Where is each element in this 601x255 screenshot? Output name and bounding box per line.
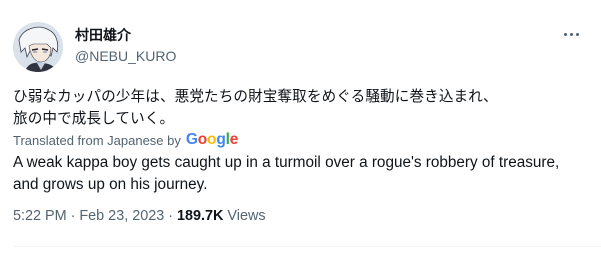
original-text-line1: ひ弱なカッパの少年は、悪党たちの財宝奪取をめぐる騒動に巻き込まれ、	[13, 88, 498, 105]
tweet-original-text: ひ弱なカッパの少年は、悪党たちの財宝奪取をめぐる騒動に巻き込まれ、 旅の中で成長…	[13, 86, 588, 130]
google-logo-letter: o	[207, 131, 217, 148]
user-handle[interactable]: @NEBU_KURO	[75, 47, 176, 65]
more-horizontal-icon	[562, 32, 580, 36]
tweet-meta: 5:22 PM · Feb 23, 2023 · 189.7K Views	[13, 208, 266, 224]
avatar[interactable]	[13, 22, 63, 72]
google-logo-letter: g	[216, 131, 226, 148]
views-label: Views	[227, 208, 266, 224]
tweet-date[interactable]: Feb 23, 2023	[79, 208, 164, 224]
views-count: 189.7K	[177, 208, 224, 224]
meta-separator: ·	[70, 208, 76, 224]
user-info: 村田雄介 @NEBU_KURO	[75, 26, 176, 65]
google-logo-letter: e	[229, 131, 239, 148]
google-logo-letter: o	[197, 131, 208, 148]
translation-attribution: Translated from Japanese by Google	[13, 131, 238, 149]
translated-text: A weak kappa boy gets caught up in a tur…	[13, 154, 560, 193]
meta-separator: ·	[168, 208, 173, 224]
more-options-button[interactable]	[559, 24, 583, 44]
tweet-time[interactable]: 5:22 PM	[13, 208, 67, 224]
google-logo[interactable]: Google	[186, 131, 238, 149]
google-logo-letter: G	[185, 131, 198, 148]
tweet-card: 村田雄介 @NEBU_KURO ひ弱なカッパの少年は、悪党たちの財宝奪取をめぐる…	[0, 0, 601, 255]
display-name[interactable]: 村田雄介	[75, 26, 176, 44]
original-text-line2: 旅の中で成長していく。	[13, 110, 175, 127]
divider	[13, 246, 601, 247]
translation-label: Translated from Japanese by	[13, 132, 181, 148]
avatar-illustration	[13, 22, 63, 72]
